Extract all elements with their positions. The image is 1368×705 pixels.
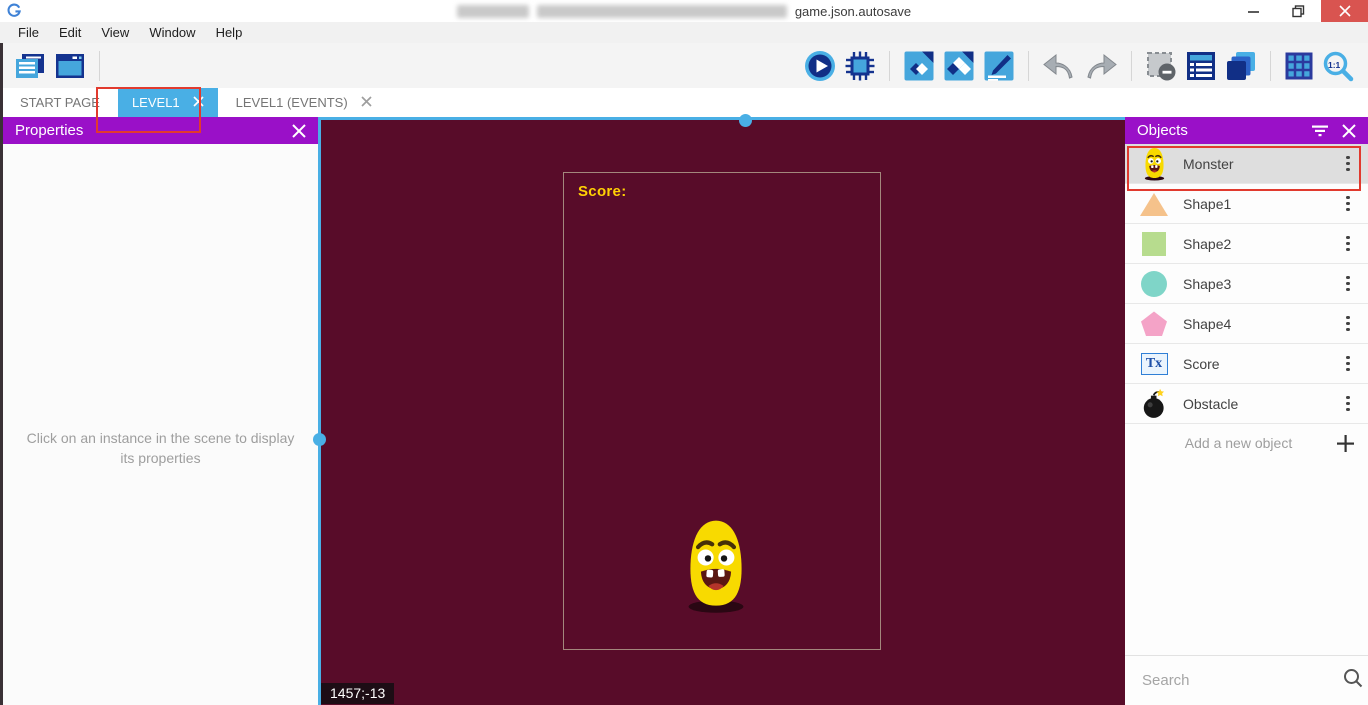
play-preview-icon[interactable] bbox=[804, 50, 836, 82]
objects-title: Objects bbox=[1137, 122, 1188, 139]
object-menu-icon[interactable] bbox=[1328, 156, 1368, 172]
close-button[interactable] bbox=[1321, 0, 1368, 22]
layers-list-icon[interactable] bbox=[1185, 50, 1217, 82]
menu-help[interactable]: Help bbox=[206, 25, 253, 40]
tab-close-icon[interactable] bbox=[193, 95, 204, 110]
objects-panel-icon[interactable] bbox=[903, 50, 935, 82]
tab-close-icon[interactable] bbox=[361, 95, 372, 110]
menu-file[interactable]: File bbox=[8, 25, 49, 40]
objects-header: Objects bbox=[1125, 117, 1368, 144]
debug-icon[interactable] bbox=[844, 50, 876, 82]
filter-icon[interactable] bbox=[1312, 125, 1328, 137]
tab-level1[interactable]: LEVEL1 bbox=[118, 88, 218, 117]
scene-canvas[interactable]: Score: 1457;-13 bbox=[318, 117, 1125, 705]
object-label: Shape1 bbox=[1183, 196, 1328, 212]
add-object-row[interactable]: Add a new object bbox=[1125, 424, 1368, 462]
scene-editor-icon[interactable] bbox=[54, 52, 86, 80]
cursor-coordinates: 1457;-13 bbox=[321, 683, 394, 704]
search-icon[interactable] bbox=[1343, 668, 1363, 693]
object-label: Score bbox=[1183, 356, 1328, 372]
object-label: Monster bbox=[1183, 156, 1328, 172]
object-menu-icon[interactable] bbox=[1328, 396, 1368, 412]
toggle-grid-icon[interactable] bbox=[1284, 51, 1314, 81]
square-thumbnail-icon bbox=[1125, 231, 1183, 257]
triangle-thumbnail-icon bbox=[1125, 190, 1183, 218]
objects-panel: Objects Monster bbox=[1125, 117, 1368, 705]
redacted-path-segment bbox=[457, 5, 529, 18]
monster-thumbnail-icon bbox=[1125, 147, 1183, 181]
toolbar-divider bbox=[889, 51, 890, 81]
object-menu-icon[interactable] bbox=[1328, 196, 1368, 212]
object-row-shape2[interactable]: Shape2 bbox=[1125, 224, 1368, 264]
zoom-ratio-label: 1:1 bbox=[1328, 60, 1340, 70]
tab-bar: START PAGE LEVEL1 LEVEL1 (EVENTS) bbox=[0, 88, 1368, 117]
close-panel-icon[interactable] bbox=[1342, 124, 1356, 138]
canvas-scroll-track-top bbox=[318, 117, 1125, 120]
redacted-path-segment bbox=[537, 5, 787, 18]
object-row-obstacle[interactable]: Obstacle bbox=[1125, 384, 1368, 424]
bomb-thumbnail-icon bbox=[1125, 386, 1183, 422]
plus-icon[interactable] bbox=[1322, 435, 1368, 452]
object-row-shape4[interactable]: Shape4 bbox=[1125, 304, 1368, 344]
menu-view[interactable]: View bbox=[91, 25, 139, 40]
undo-icon[interactable] bbox=[1042, 51, 1076, 81]
window-title-text: game.json.autosave bbox=[795, 4, 911, 19]
circle-thumbnail-icon bbox=[1125, 270, 1183, 298]
object-menu-icon[interactable] bbox=[1328, 356, 1368, 372]
scrollbar-handle-horizontal[interactable] bbox=[739, 114, 752, 127]
pentagon-thumbnail-icon bbox=[1125, 310, 1183, 337]
object-row-shape3[interactable]: Shape3 bbox=[1125, 264, 1368, 304]
object-label: Obstacle bbox=[1183, 396, 1328, 412]
menu-bar: File Edit View Window Help bbox=[0, 22, 1368, 43]
object-row-shape1[interactable]: Shape1 bbox=[1125, 184, 1368, 224]
layers-icon[interactable] bbox=[1225, 50, 1257, 82]
canvas-scroll-track-left bbox=[318, 117, 321, 705]
toolbar-divider bbox=[1270, 51, 1271, 81]
monster-sprite-instance[interactable] bbox=[682, 517, 750, 615]
tab-label: START PAGE bbox=[20, 95, 100, 110]
toolbar-divider bbox=[1131, 51, 1132, 81]
properties-empty-message: Click on an instance in the scene to dis… bbox=[3, 428, 318, 469]
menu-edit[interactable]: Edit bbox=[49, 25, 91, 40]
object-menu-icon[interactable] bbox=[1328, 276, 1368, 292]
minimize-button[interactable] bbox=[1231, 0, 1276, 22]
scrollbar-handle-vertical[interactable] bbox=[313, 433, 326, 446]
properties-panel: Properties Click on an instance in the s… bbox=[3, 117, 318, 705]
toolbar-divider bbox=[1028, 51, 1029, 81]
tab-label: LEVEL1 (EVENTS) bbox=[236, 95, 348, 110]
close-panel-icon[interactable] bbox=[292, 124, 306, 138]
instances-panel-icon[interactable] bbox=[943, 50, 975, 82]
object-menu-icon[interactable] bbox=[1328, 316, 1368, 332]
toolbar: 1:1 bbox=[0, 43, 1368, 88]
add-object-label: Add a new object bbox=[1125, 435, 1322, 451]
properties-header: Properties bbox=[3, 117, 318, 144]
object-row-monster[interactable]: Monster bbox=[1125, 144, 1368, 184]
object-menu-icon[interactable] bbox=[1328, 236, 1368, 252]
tab-level1-events[interactable]: LEVEL1 (EVENTS) bbox=[222, 88, 386, 117]
zoom-1to1-icon[interactable]: 1:1 bbox=[1322, 50, 1354, 82]
object-row-score[interactable]: Tx Score bbox=[1125, 344, 1368, 384]
title-bar: game.json.autosave bbox=[0, 0, 1368, 22]
toggle-mask-icon[interactable] bbox=[1145, 50, 1177, 82]
toolbar-divider bbox=[99, 51, 100, 81]
project-manager-icon[interactable] bbox=[14, 52, 46, 80]
layers-editor-icon[interactable] bbox=[983, 50, 1015, 82]
object-label: Shape2 bbox=[1183, 236, 1328, 252]
properties-title: Properties bbox=[15, 122, 83, 139]
tab-label: LEVEL1 bbox=[132, 95, 180, 110]
score-text-instance[interactable]: Score: bbox=[578, 183, 627, 200]
menu-window[interactable]: Window bbox=[139, 25, 205, 40]
object-label: Shape3 bbox=[1183, 276, 1328, 292]
objects-search-bar bbox=[1125, 655, 1368, 705]
text-object-thumbnail-icon: Tx bbox=[1125, 353, 1183, 375]
tab-start-page[interactable]: START PAGE bbox=[6, 88, 114, 117]
search-input[interactable] bbox=[1140, 671, 1343, 690]
window-title: game.json.autosave bbox=[0, 0, 1368, 22]
redo-icon[interactable] bbox=[1084, 51, 1118, 81]
restore-button[interactable] bbox=[1276, 0, 1321, 22]
object-label: Shape4 bbox=[1183, 316, 1328, 332]
